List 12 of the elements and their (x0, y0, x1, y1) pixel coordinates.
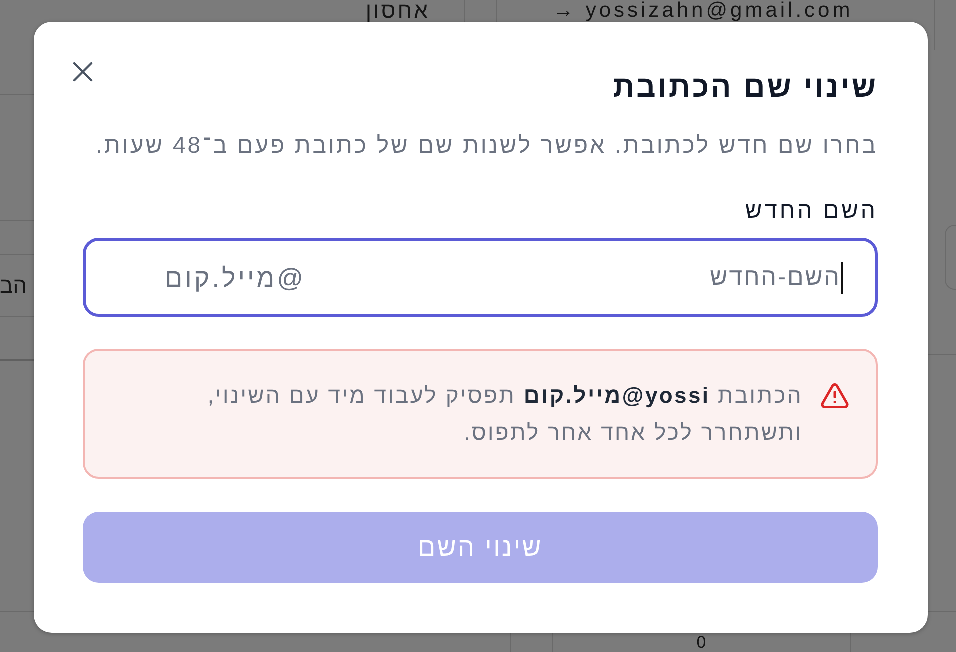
warning-icon (820, 381, 850, 411)
page-text: הב (0, 272, 28, 298)
dialog-title: שינוי שם הכתובת (613, 70, 878, 106)
text-caret-icon (841, 262, 843, 294)
field-label: השם החדש (744, 196, 878, 224)
dialog-description: בחרו שם חדש לכתובת. אפשר לשנות שם של כתובת פעם ב־48 שעות. (95, 131, 878, 159)
email-address: → yossizahn@gmail.com (553, 0, 854, 22)
cell-value: 0 (696, 634, 706, 652)
warning-text: הכתובת yossi@מייל.קום תפסיק לעבוד מיד עם השינוי, ותשתחרר לכל אחד אחר לתפוס. (206, 382, 803, 447)
column-label: אחסון (366, 0, 430, 22)
domain-suffix: @מייל.קום (165, 262, 306, 294)
close-icon[interactable] (73, 62, 93, 82)
